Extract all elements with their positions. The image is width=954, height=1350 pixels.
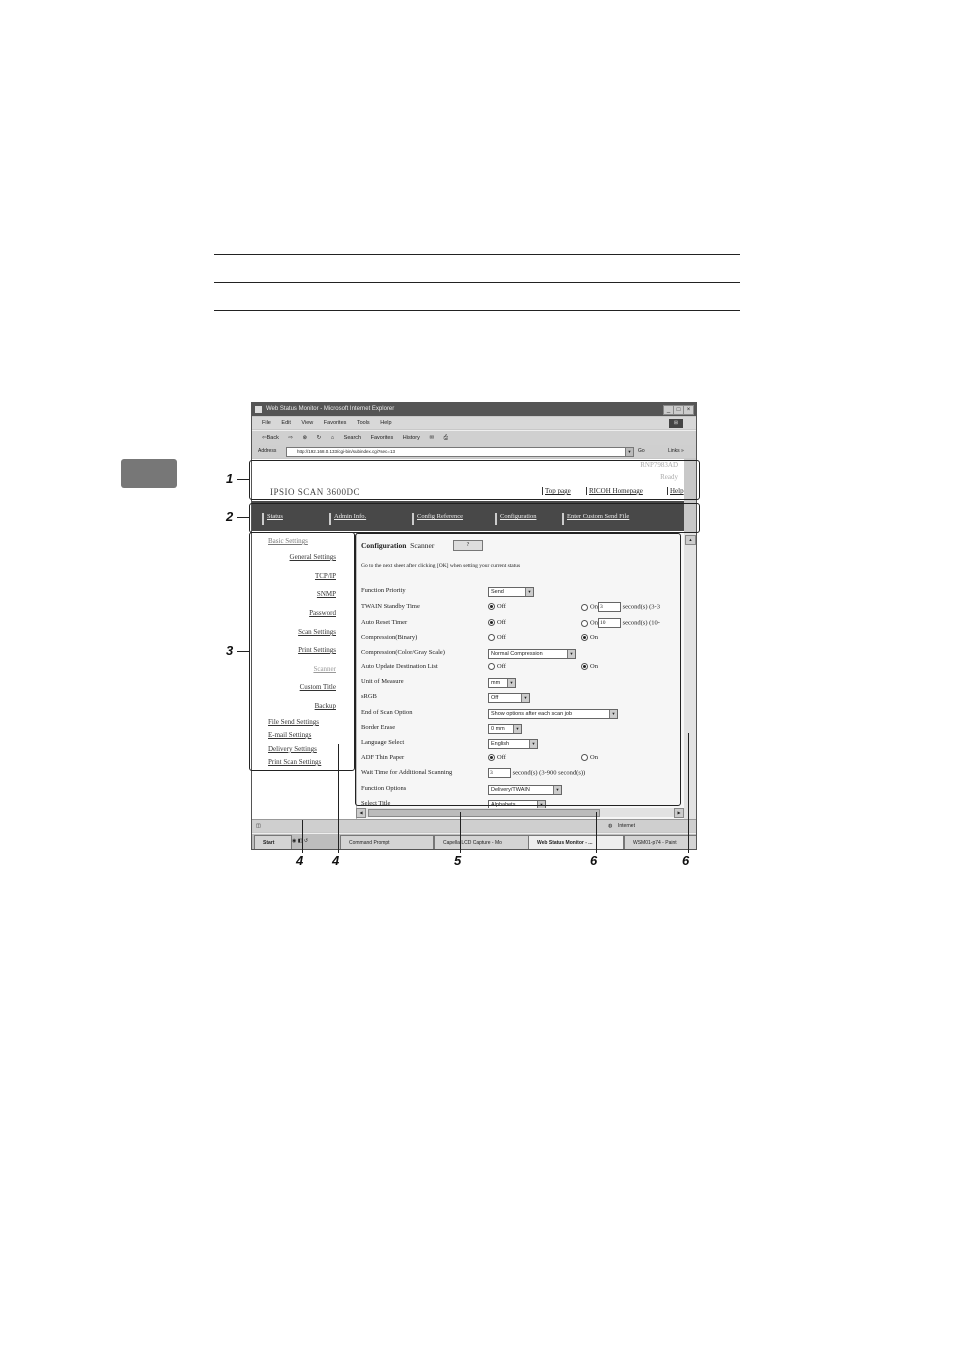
callout-5: 5 xyxy=(454,853,462,868)
title-bar: Web Status Monitor - Microsoft Internet … xyxy=(252,403,696,416)
menu-favorites[interactable]: Favorites xyxy=(324,420,347,426)
back-button[interactable]: ⇦Back xyxy=(262,435,279,441)
callout-box-1 xyxy=(249,460,700,500)
callout-box-2 xyxy=(249,503,700,533)
callout-2: 2 xyxy=(226,509,234,524)
bottom-rule xyxy=(214,310,740,311)
taskbar: Start ◉ ◧ ↺ Command Prompt Capella LCD C… xyxy=(252,833,696,849)
menu-edit[interactable]: Edit xyxy=(281,420,290,426)
history-button[interactable]: History xyxy=(403,435,420,441)
menu-tools[interactable]: Tools xyxy=(357,420,370,426)
print-icon[interactable]: ⎙ xyxy=(444,435,448,441)
callout-1: 1 xyxy=(226,471,234,486)
callout-box-6 xyxy=(355,533,681,806)
mail-icon[interactable]: ✉ xyxy=(429,435,434,441)
callout-4b: 4 xyxy=(332,853,340,868)
ie-icon xyxy=(255,406,262,413)
forward-button[interactable]: ⇨ xyxy=(288,435,293,441)
stop-icon[interactable]: ⊗ xyxy=(303,435,308,441)
top-rule xyxy=(214,254,740,255)
leader-1 xyxy=(237,479,249,480)
callout-6a: 6 xyxy=(590,853,598,868)
menu-bar: File Edit View Favorites Tools Help ⊞ xyxy=(252,417,696,429)
status-bar: ◫ ◍ Internet xyxy=(252,819,696,832)
favorites-button[interactable]: Favorites xyxy=(371,435,394,441)
middle-rule xyxy=(214,282,740,283)
leader-4b xyxy=(338,744,339,853)
toolbar: ⇦Back ⇨ ⊗ ↻ ⌂ Search Favorites History ✉… xyxy=(252,430,696,445)
scroll-thumb[interactable] xyxy=(368,809,600,817)
horizontal-scrollbar[interactable]: ◀ ▶ xyxy=(356,808,684,818)
task-command-prompt[interactable]: Command Prompt xyxy=(340,835,434,849)
task-web-status-monitor[interactable]: Web Status Monitor - ... xyxy=(528,835,624,849)
page-icon: ◫ xyxy=(256,823,261,829)
scroll-left-icon[interactable]: ◀ xyxy=(356,808,366,818)
menu-help[interactable]: Help xyxy=(380,420,391,426)
address-input[interactable]: http://192.168.0.133/cgi-bin/subindex.cg… xyxy=(286,447,634,457)
leader-6b xyxy=(688,733,689,853)
leader-3 xyxy=(237,651,249,652)
menu-file[interactable]: File xyxy=(262,420,271,426)
callout-3: 3 xyxy=(226,643,234,658)
refresh-icon[interactable]: ↻ xyxy=(317,435,322,441)
callout-6b: 6 xyxy=(682,853,690,868)
task-paint[interactable]: WSM01-p74 - Paint xyxy=(624,835,696,849)
close-icon[interactable]: × xyxy=(683,405,694,415)
address-label: Address xyxy=(258,448,277,454)
menu-view[interactable]: View xyxy=(301,420,313,426)
leader-5 xyxy=(460,812,461,853)
globe-icon: ◍ xyxy=(608,823,613,829)
callout-4a: 4 xyxy=(296,853,304,868)
task-capella[interactable]: Capella LCD Capture - Mo xyxy=(434,835,530,849)
start-button[interactable]: Start xyxy=(254,835,292,849)
window-title: Web Status Monitor - Microsoft Internet … xyxy=(266,406,395,412)
leader-4a xyxy=(302,820,303,853)
go-button[interactable]: Go xyxy=(638,445,645,458)
scroll-up-icon[interactable]: ▲ xyxy=(685,535,696,545)
chapter-tab xyxy=(121,459,177,488)
links-button[interactable]: Links » xyxy=(668,445,684,458)
zone-label: Internet xyxy=(618,823,635,829)
leader-2 xyxy=(237,517,249,518)
scroll-right-icon[interactable]: ▶ xyxy=(674,808,684,818)
search-button[interactable]: Search xyxy=(344,435,361,441)
address-bar: Address http://192.168.0.133/cgi-bin/sub… xyxy=(252,445,696,458)
quick-launch-icon[interactable]: ◉ ◧ ↺ xyxy=(292,834,308,848)
home-icon[interactable]: ⌂ xyxy=(331,435,334,441)
address-dropdown-icon[interactable]: ▼ xyxy=(625,447,634,457)
leader-6a xyxy=(596,812,597,853)
callout-box-3 xyxy=(249,532,355,771)
vertical-scrollbar[interactable]: ▲ xyxy=(684,533,696,819)
windows-logo-icon: ⊞ xyxy=(669,419,683,428)
